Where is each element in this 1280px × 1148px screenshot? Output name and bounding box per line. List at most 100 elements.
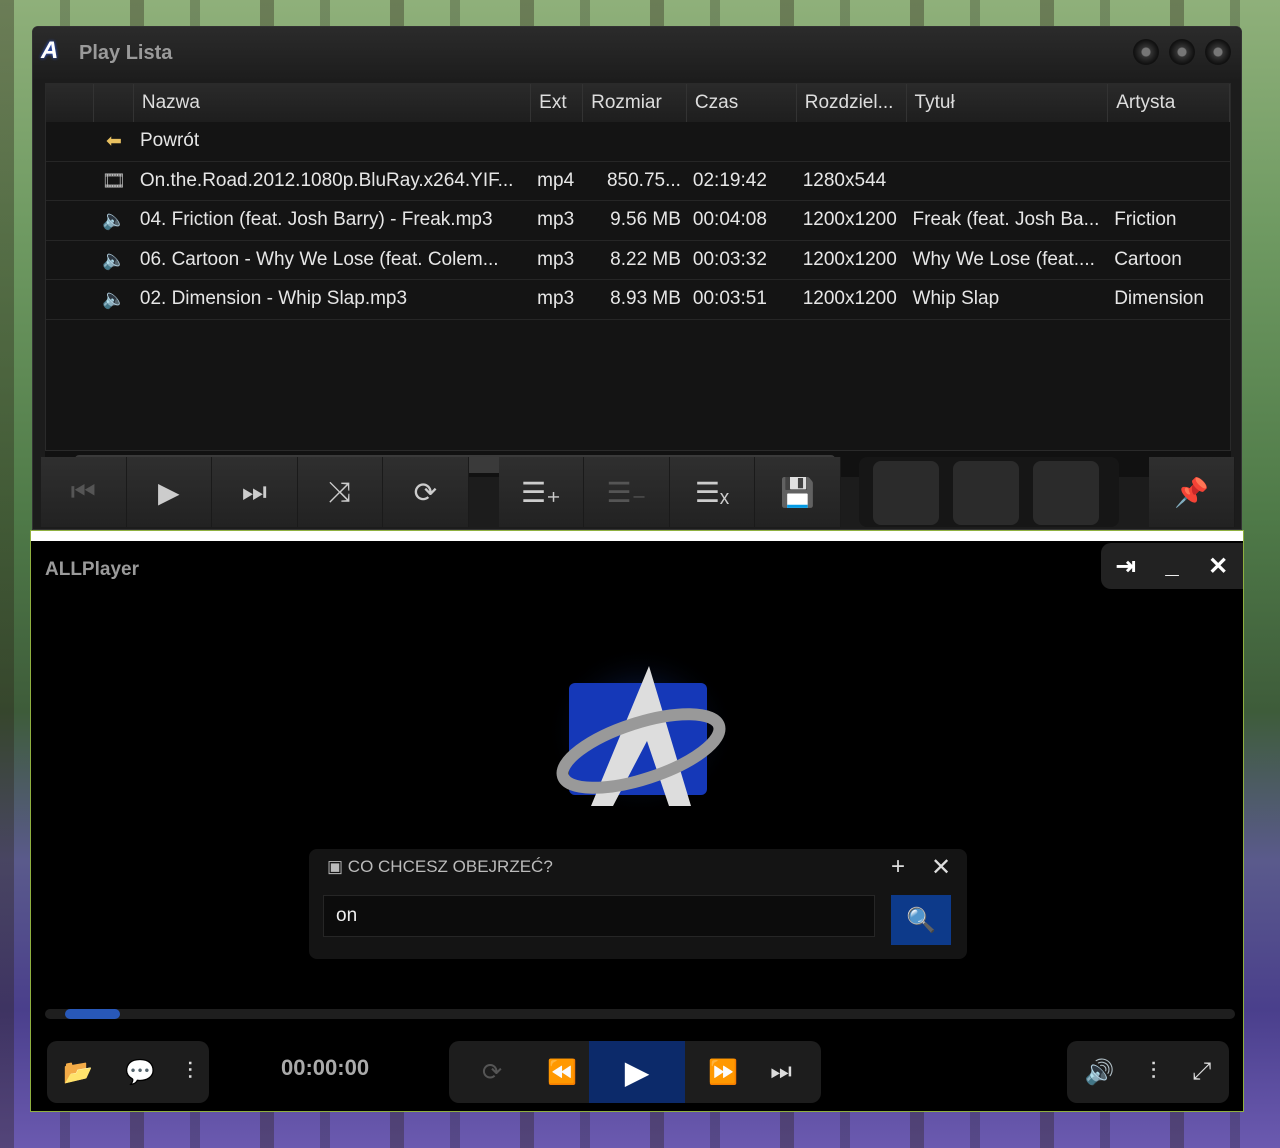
- search-panel: ▣ CO CHCESZ OBEJRZEĆ? + ✕ 🔍: [309, 849, 967, 959]
- col-header[interactable]: [94, 84, 134, 122]
- rewind-icon[interactable]: ⏪: [535, 1058, 589, 1087]
- subtitles-icon[interactable]: 💬: [125, 1058, 155, 1087]
- audio-settings-icon[interactable]: ⫶: [1150, 1058, 1156, 1086]
- cell-res: 1200x1200: [802, 209, 897, 231]
- audio-icon: 🔈: [102, 210, 126, 232]
- allplayer-logo-icon: A: [41, 37, 59, 64]
- next-button[interactable]: ⏭: [212, 457, 298, 527]
- cell-time: 00:03:32: [692, 248, 767, 270]
- close-search-icon[interactable]: ✕: [931, 853, 951, 882]
- minimize-icon[interactable]: _: [1165, 552, 1178, 580]
- cell-artist: Friction: [1114, 209, 1177, 231]
- cell-size: 850.75...: [606, 169, 681, 191]
- col-header-rozmiar[interactable]: Rozmiar: [583, 84, 687, 122]
- maximize-button[interactable]: [1169, 39, 1195, 65]
- table-header: Nazwa Ext Rozmiar Czas Rozdziel... Tytuł…: [46, 84, 1230, 122]
- clear-playlist-button[interactable]: ☰ₓ: [669, 457, 756, 527]
- col-header-artysta[interactable]: Artysta: [1108, 84, 1230, 122]
- fast-forward-icon[interactable]: ⏩: [685, 1058, 761, 1087]
- playlist-slots: [858, 457, 1120, 527]
- save-playlist-button[interactable]: 💾: [755, 457, 841, 527]
- playlist-window: A Play Lista Nazwa Ext Rozmiar Czas Rozd…: [32, 26, 1242, 530]
- cell-title: Whip Slap: [912, 288, 1000, 310]
- cell-ext: mp3: [537, 288, 575, 310]
- col-header-ext[interactable]: Ext: [531, 84, 584, 122]
- cell-name: 06. Cartoon - Why We Lose (feat. Colem..…: [139, 248, 499, 270]
- back-arrow-icon: ⬅: [106, 130, 122, 152]
- col-header-rozdzielczosc[interactable]: Rozdziel...: [797, 84, 907, 122]
- add-to-playlist-button[interactable]: ☰₊: [498, 457, 585, 527]
- allplayer-logo: [551, 651, 731, 811]
- time-display: 00:00:00: [281, 1055, 370, 1080]
- cell-name: 02. Dimension - Whip Slap.mp3: [139, 288, 408, 310]
- player-top-bar[interactable]: [31, 531, 1243, 541]
- cell-ext: mp3: [537, 209, 575, 231]
- playlist-table: Nazwa Ext Rozmiar Czas Rozdziel... Tytuł…: [45, 83, 1231, 451]
- close-button[interactable]: [1205, 39, 1231, 65]
- search-icon: 🔍: [906, 906, 936, 934]
- pin-icon[interactable]: ⇥: [1116, 552, 1136, 581]
- video-icon: 🎞: [101, 170, 126, 192]
- cell-title: Why We Lose (feat....: [912, 248, 1095, 270]
- table-row[interactable]: 🎞 On.the.Road.2012.1080p.BluRay.x264.YIF.…: [46, 162, 1230, 201]
- minimize-button[interactable]: [1133, 39, 1159, 65]
- cell-time: 00:03:51: [692, 288, 767, 310]
- player-window: ALLPlayer ⇥ _ ✕ ▣ CO CHCESZ OBEJRZEĆ? + …: [30, 530, 1244, 1112]
- cell-size: 9.56 MB: [610, 209, 681, 231]
- playback-controls: ⟳ ⏪ ▶ ⏩ ⏭: [449, 1041, 821, 1103]
- cell-time: 02:19:42: [692, 169, 767, 191]
- equalizer-icon[interactable]: ⫶: [187, 1058, 193, 1086]
- search-button[interactable]: 🔍: [891, 895, 951, 945]
- slot-button[interactable]: [1032, 461, 1099, 525]
- search-panel-label: ▣ CO CHCESZ OBEJRZEĆ?: [327, 857, 553, 876]
- search-input[interactable]: [323, 895, 875, 937]
- repeat-button[interactable]: ⟳: [383, 457, 469, 527]
- cell-size: 8.22 MB: [610, 248, 681, 270]
- seek-bar-fill: [65, 1009, 120, 1019]
- cell-size: 8.93 MB: [610, 288, 681, 310]
- skip-next-icon[interactable]: ⏭: [761, 1058, 801, 1086]
- col-header[interactable]: [46, 84, 94, 122]
- table-row[interactable]: 🔈 02. Dimension - Whip Slap.mp3 mp3 8.93 MB…: [46, 280, 1230, 320]
- fullscreen-icon[interactable]: ⤢: [1192, 1058, 1211, 1086]
- col-header-nazwa[interactable]: Nazwa: [134, 84, 532, 122]
- col-header-czas[interactable]: Czas: [687, 84, 797, 122]
- player-title: ALLPlayer: [45, 559, 139, 580]
- playlist-toolbar: ⏮ ▶ ⏭ ⤨ ⟳ ☰₊ ☰₋ ☰ₓ 💾 📌: [41, 457, 1236, 527]
- right-controls: 🔊 ⫶ ⤢: [1067, 1041, 1229, 1103]
- add-icon[interactable]: +: [891, 853, 905, 881]
- play-button[interactable]: ▶: [589, 1041, 685, 1103]
- pin-button[interactable]: 📌: [1149, 457, 1236, 527]
- back-label: Powrót: [140, 130, 200, 152]
- shuffle-button[interactable]: ⤨: [297, 457, 384, 527]
- left-controls: 📂 💬 ⫶: [47, 1041, 209, 1103]
- volume-icon[interactable]: 🔊: [1085, 1058, 1115, 1087]
- cell-res: 1200x1200: [802, 248, 897, 270]
- window-controls: ⇥ _ ✕: [1101, 543, 1243, 589]
- cell-res: 1200x1200: [802, 288, 897, 310]
- col-header-tytul[interactable]: Tytuł: [907, 84, 1109, 122]
- play-button[interactable]: ▶: [126, 457, 213, 527]
- playlist-titlebar[interactable]: A Play Lista: [33, 27, 1241, 79]
- previous-button[interactable]: ⏮: [41, 457, 127, 527]
- slot-button[interactable]: [872, 461, 939, 525]
- cell-artist: Cartoon: [1114, 248, 1182, 270]
- slot-button[interactable]: [952, 461, 1019, 525]
- audio-icon: 🔈: [102, 249, 126, 271]
- cell-name: 04. Friction (feat. Josh Barry) - Freak.…: [139, 209, 493, 231]
- table-row[interactable]: 🔈 04. Friction (feat. Josh Barry) - Freak…: [46, 201, 1230, 241]
- table-row[interactable]: 🔈 06. Cartoon - Why We Lose (feat. Colem.…: [46, 241, 1230, 280]
- audio-icon: 🔈: [102, 289, 126, 311]
- seek-bar[interactable]: [45, 1009, 1235, 1019]
- cell-title: Freak (feat. Josh Ba...: [912, 209, 1100, 231]
- close-icon[interactable]: ✕: [1208, 552, 1228, 581]
- open-file-icon[interactable]: 📂: [63, 1058, 93, 1087]
- back-row[interactable]: ⬅ Powrót: [46, 122, 1230, 162]
- cell-name: On.the.Road.2012.1080p.BluRay.x264.YIF..…: [139, 169, 514, 191]
- repeat-icon[interactable]: ⟳: [449, 1058, 535, 1087]
- cell-time: 00:04:08: [692, 209, 767, 231]
- cell-res: 1280x544: [802, 169, 887, 191]
- playlist-title: Play Lista: [79, 42, 173, 64]
- remove-from-playlist-button[interactable]: ☰₋: [584, 457, 670, 527]
- cell-ext: mp4: [537, 169, 575, 191]
